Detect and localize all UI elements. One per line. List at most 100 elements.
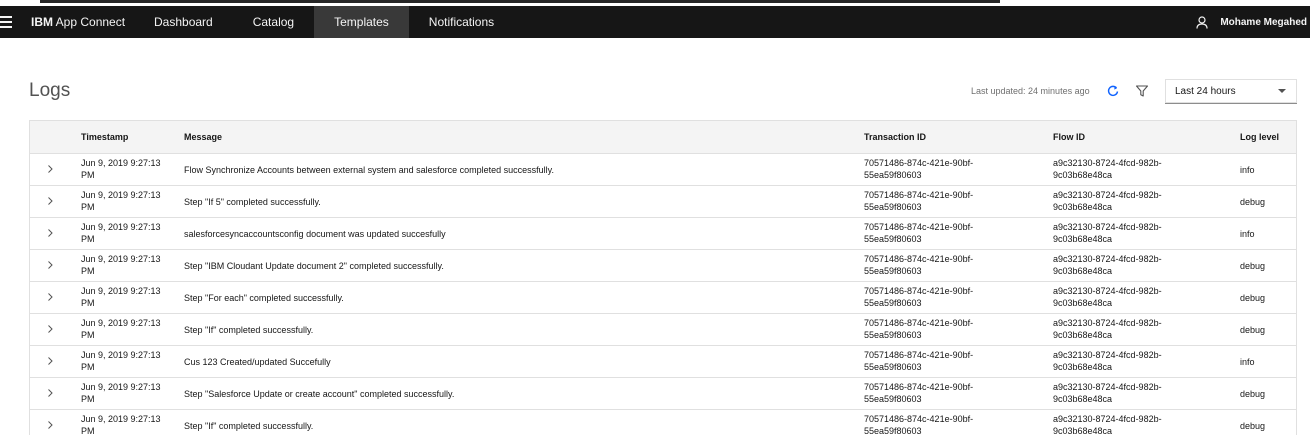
cell-text-line: 70571486-874c-421e-90bf- — [864, 350, 974, 360]
cell-text-line: a9c32130-8724-4fcd-982b- — [1053, 286, 1162, 296]
cell-text-line: 70571486-874c-421e-90bf- — [864, 286, 974, 296]
cell-text-line: a9c32130-8724-4fcd-982b- — [1053, 414, 1162, 424]
column-header-timestamp[interactable]: Timestamp — [81, 121, 128, 153]
cell-text-line: 55ea59f80603 — [864, 298, 922, 308]
refresh-icon[interactable] — [1106, 84, 1120, 98]
transaction-id-cell: 70571486-874c-421e-90bf- 55ea59f80603 — [864, 413, 1004, 435]
message-cell: Step "If 5" completed successfully. — [184, 197, 321, 207]
chevron-right-icon[interactable] — [44, 195, 56, 207]
nav-catalog[interactable]: Catalog — [233, 6, 314, 38]
message-cell: Step "Salesforce Update or create accoun… — [184, 389, 455, 399]
transaction-id-cell: 70571486-874c-421e-90bf- 55ea59f80603 — [864, 317, 1004, 341]
table-row[interactable]: Jun 9, 2019 9:27:13 PM Cus 123 Created/upd… — [30, 346, 1296, 378]
column-header-flow-id[interactable]: Flow ID — [1053, 121, 1085, 153]
cell-text-line: 70571486-874c-421e-90bf- — [864, 414, 974, 424]
transaction-id-cell: 70571486-874c-421e-90bf- 55ea59f80603 — [864, 189, 1004, 213]
table-header: Timestamp Message Transaction ID Flow ID… — [30, 121, 1296, 154]
column-header-message[interactable]: Message — [184, 121, 222, 153]
table-row[interactable]: Jun 9, 2019 9:27:13 PM salesforcesyncaccou… — [30, 218, 1296, 250]
column-header-log-level[interactable]: Log level — [1240, 121, 1279, 153]
cell-text-line: a9c32130-8724-4fcd-982b- — [1053, 350, 1162, 360]
chevron-right-icon[interactable] — [44, 259, 56, 271]
cell-text-line: 70571486-874c-421e-90bf- — [864, 190, 974, 200]
cell-text-line: 55ea59f80603 — [864, 170, 922, 180]
table-body: Jun 9, 2019 9:27:13 PM Flow Synchronize Ac… — [30, 154, 1296, 435]
top-navigation-bar: IBM App Connect Dashboard Catalog Templa… — [0, 6, 1310, 38]
cell-text-line: 70571486-874c-421e-90bf- — [864, 318, 974, 328]
cell-text-line: Jun 9, 2019 9:27:13 — [81, 190, 161, 200]
app-brand[interactable]: IBM App Connect — [31, 6, 125, 38]
table-row[interactable]: Jun 9, 2019 9:27:13 PM Flow Synchronize Ac… — [30, 154, 1296, 186]
table-row[interactable]: Jun 9, 2019 9:27:13 PM Step "If" completed… — [30, 314, 1296, 346]
nav-templates[interactable]: Templates — [314, 6, 409, 38]
cell-text-line: 9c03b68e48ca — [1053, 234, 1113, 244]
cell-text-line: a9c32130-8724-4fcd-982b- — [1053, 382, 1162, 392]
cell-text-line: PM — [81, 266, 95, 276]
logs-table: Timestamp Message Transaction ID Flow ID… — [29, 120, 1297, 435]
message-cell: Step "IBM Cloudant Update document 2" co… — [184, 261, 444, 271]
cell-text-line: PM — [81, 362, 95, 372]
log-level-cell: debug — [1240, 197, 1266, 207]
cell-text-line: Jun 9, 2019 9:27:13 — [81, 382, 161, 392]
transaction-id-cell: 70571486-874c-421e-90bf- 55ea59f80603 — [864, 157, 1004, 181]
cell-text-line: Jun 9, 2019 9:27:13 — [81, 254, 161, 264]
cell-text-line: a9c32130-8724-4fcd-982b- — [1053, 318, 1162, 328]
brand-ibm: IBM — [31, 15, 53, 29]
cell-text-line: Jun 9, 2019 9:27:13 — [81, 318, 161, 328]
time-range-select[interactable]: Last 24 hours — [1165, 79, 1297, 104]
table-row[interactable]: Jun 9, 2019 9:27:13 PM Step "For each" com… — [30, 282, 1296, 314]
message-cell: Step "If" completed successfully. — [184, 325, 314, 335]
user-menu[interactable]: Mohame Megahed — [1196, 6, 1307, 38]
cell-text-line: PM — [81, 170, 95, 180]
cell-text-line: 9c03b68e48ca — [1053, 202, 1113, 212]
chevron-right-icon[interactable] — [44, 163, 56, 175]
cell-text-line: Jun 9, 2019 9:27:13 — [81, 158, 161, 168]
log-level-cell: info — [1240, 165, 1255, 175]
log-level-cell: debug — [1240, 261, 1266, 271]
chevron-right-icon[interactable] — [44, 323, 56, 335]
time-range-value: Last 24 hours — [1175, 86, 1236, 97]
chevron-down-icon — [1278, 89, 1286, 93]
chevron-right-icon[interactable] — [44, 387, 56, 399]
timestamp-cell: Jun 9, 2019 9:27:13 PM — [81, 157, 173, 181]
timestamp-cell: Jun 9, 2019 9:27:13 PM — [81, 253, 173, 277]
top-strip-bar — [40, 0, 1000, 3]
table-row[interactable]: Jun 9, 2019 9:27:13 PM Step "IBM Cloudant … — [30, 250, 1296, 282]
user-name: Mohame Megahed — [1220, 16, 1307, 28]
chevron-right-icon[interactable] — [44, 355, 56, 367]
cell-text-line: PM — [81, 426, 95, 435]
timestamp-cell: Jun 9, 2019 9:27:13 PM — [81, 413, 173, 435]
cell-text-line: PM — [81, 394, 95, 404]
cell-text-line: 9c03b68e48ca — [1053, 298, 1113, 308]
cell-text-line: 9c03b68e48ca — [1053, 426, 1113, 435]
page-title: Logs — [29, 80, 71, 101]
table-row[interactable]: Jun 9, 2019 9:27:13 PM Step "If 5" complet… — [30, 186, 1296, 218]
message-cell: Flow Synchronize Accounts between extern… — [184, 165, 555, 175]
message-cell: Cus 123 Created/updated Succefully — [184, 357, 331, 367]
hamburger-menu-icon[interactable] — [0, 14, 14, 30]
nav-notifications[interactable]: Notifications — [409, 6, 514, 38]
flow-id-cell: a9c32130-8724-4fcd-982b- 9c03b68e48ca — [1053, 317, 1193, 341]
cell-text-line: 9c03b68e48ca — [1053, 266, 1113, 276]
chevron-right-icon[interactable] — [44, 227, 56, 239]
flow-id-cell: a9c32130-8724-4fcd-982b- 9c03b68e48ca — [1053, 189, 1193, 213]
filter-icon[interactable] — [1135, 84, 1149, 98]
cell-text-line: 70571486-874c-421e-90bf- — [864, 158, 974, 168]
cell-text-line: PM — [81, 234, 95, 244]
timestamp-cell: Jun 9, 2019 9:27:13 PM — [81, 381, 173, 405]
log-level-cell: debug — [1240, 389, 1266, 399]
chevron-right-icon[interactable] — [44, 291, 56, 303]
table-row[interactable]: Jun 9, 2019 9:27:13 PM Step "If" completed… — [30, 410, 1296, 435]
flow-id-cell: a9c32130-8724-4fcd-982b- 9c03b68e48ca — [1053, 381, 1193, 405]
nav-dashboard[interactable]: Dashboard — [134, 6, 233, 38]
timestamp-cell: Jun 9, 2019 9:27:13 PM — [81, 189, 173, 213]
cell-text-line: Jun 9, 2019 9:27:13 — [81, 286, 161, 296]
brand-product: App Connect — [53, 15, 126, 29]
table-row[interactable]: Jun 9, 2019 9:27:13 PM Step "Salesforce Up… — [30, 378, 1296, 410]
cell-text-line: 55ea59f80603 — [864, 362, 922, 372]
cell-text-line: PM — [81, 298, 95, 308]
chevron-right-icon[interactable] — [44, 419, 56, 431]
column-header-transaction-id[interactable]: Transaction ID — [864, 121, 926, 153]
cell-text-line: PM — [81, 202, 95, 212]
main-nav: Dashboard Catalog Templates Notification… — [134, 6, 514, 38]
